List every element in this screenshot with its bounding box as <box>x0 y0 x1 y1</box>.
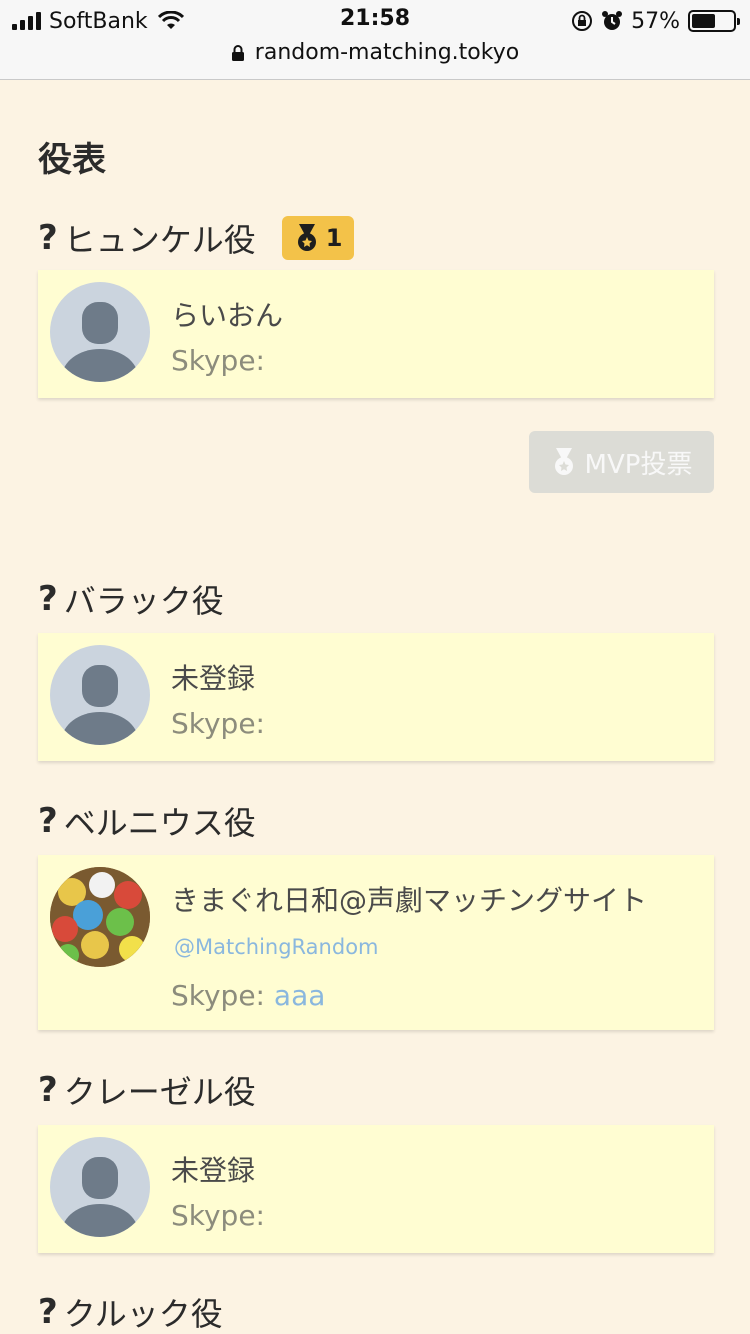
skype-label: Skype: <box>171 1199 265 1232</box>
question-icon: ? <box>38 801 58 841</box>
mvp-count-badge: 1 <box>281 216 355 260</box>
player-name: 未登録 <box>171 1154 256 1187</box>
question-icon: ? <box>38 218 58 258</box>
mvp-vote-button[interactable]: MVP投票 <box>529 431 714 493</box>
twitter-handle[interactable]: @MatchingRandom <box>174 935 379 959</box>
mvp-count: 1 <box>325 224 343 252</box>
role-section: ? ベルニウス役 <box>38 799 714 843</box>
role-header: ? クレーゼル役 <box>38 1068 714 1112</box>
role-label: ベルニウス役 <box>63 804 256 842</box>
question-icon: ? <box>38 1292 58 1332</box>
medal-icon <box>297 224 316 251</box>
page-title: 役表 <box>38 140 106 180</box>
player-name: 未登録 <box>171 662 256 695</box>
role-header: ? クルック役 <box>38 1290 714 1334</box>
medal-icon <box>554 448 573 475</box>
default-avatar-icon <box>50 282 150 382</box>
role-header: ? ベルニウス役 <box>38 799 714 843</box>
role-label: バラック役 <box>63 582 224 620</box>
battery-percent: 57% <box>631 8 680 34</box>
skype-value[interactable]: aaa <box>274 979 325 1012</box>
skype-row: Skype: aaa <box>171 979 325 1012</box>
battery-icon <box>688 10 740 32</box>
role-section: ? クレーゼル役 <box>38 1068 714 1112</box>
role-section: ? バラック役 <box>38 577 714 621</box>
question-icon: ? <box>38 579 58 619</box>
player-card[interactable]: 未登録 Skype: <box>38 633 714 761</box>
skype-label: Skype: <box>171 979 265 1012</box>
mvp-vote-label: MVP投票 <box>584 449 693 480</box>
lottery-balls-avatar <box>50 867 150 967</box>
default-avatar-icon <box>50 645 150 745</box>
player-name: きまぐれ日和@声劇マッチングサイト <box>171 884 648 917</box>
browser-top-bar: SoftBank 21:58 57% random-matching.tokyo <box>0 0 750 80</box>
default-avatar-icon <box>50 1137 150 1237</box>
role-section: ? ヒュンケル役 1 <box>38 216 714 260</box>
player-card[interactable]: らいおん Skype: <box>38 270 714 398</box>
rotation-lock-icon <box>572 11 593 31</box>
status-right: 57% <box>571 7 740 35</box>
battery-fill <box>692 14 715 28</box>
role-header: ? バラック役 <box>38 577 714 621</box>
skype-row: Skype: <box>171 344 265 377</box>
question-icon: ? <box>38 1070 58 1110</box>
lock-icon <box>231 44 244 61</box>
player-name: らいおん <box>171 299 284 332</box>
role-label: ヒュンケル役 <box>63 221 256 259</box>
role-section: ? クルック役 <box>38 1290 714 1334</box>
address-bar[interactable]: random-matching.tokyo <box>0 40 750 65</box>
skype-label: Skype: <box>171 344 265 377</box>
role-label: クルック役 <box>63 1295 223 1333</box>
skype-row: Skype: <box>171 707 265 740</box>
role-header: ? ヒュンケル役 1 <box>38 216 714 260</box>
skype-row: Skype: <box>171 1199 265 1232</box>
url-text: random-matching.tokyo <box>254 40 520 65</box>
player-card[interactable]: 未登録 Skype: <box>38 1125 714 1253</box>
role-label: クレーゼル役 <box>63 1073 256 1111</box>
skype-label: Skype: <box>171 707 265 740</box>
player-card[interactable]: きまぐれ日和@声劇マッチングサイト @MatchingRandom Skype:… <box>38 855 714 1030</box>
alarm-icon <box>602 11 623 30</box>
